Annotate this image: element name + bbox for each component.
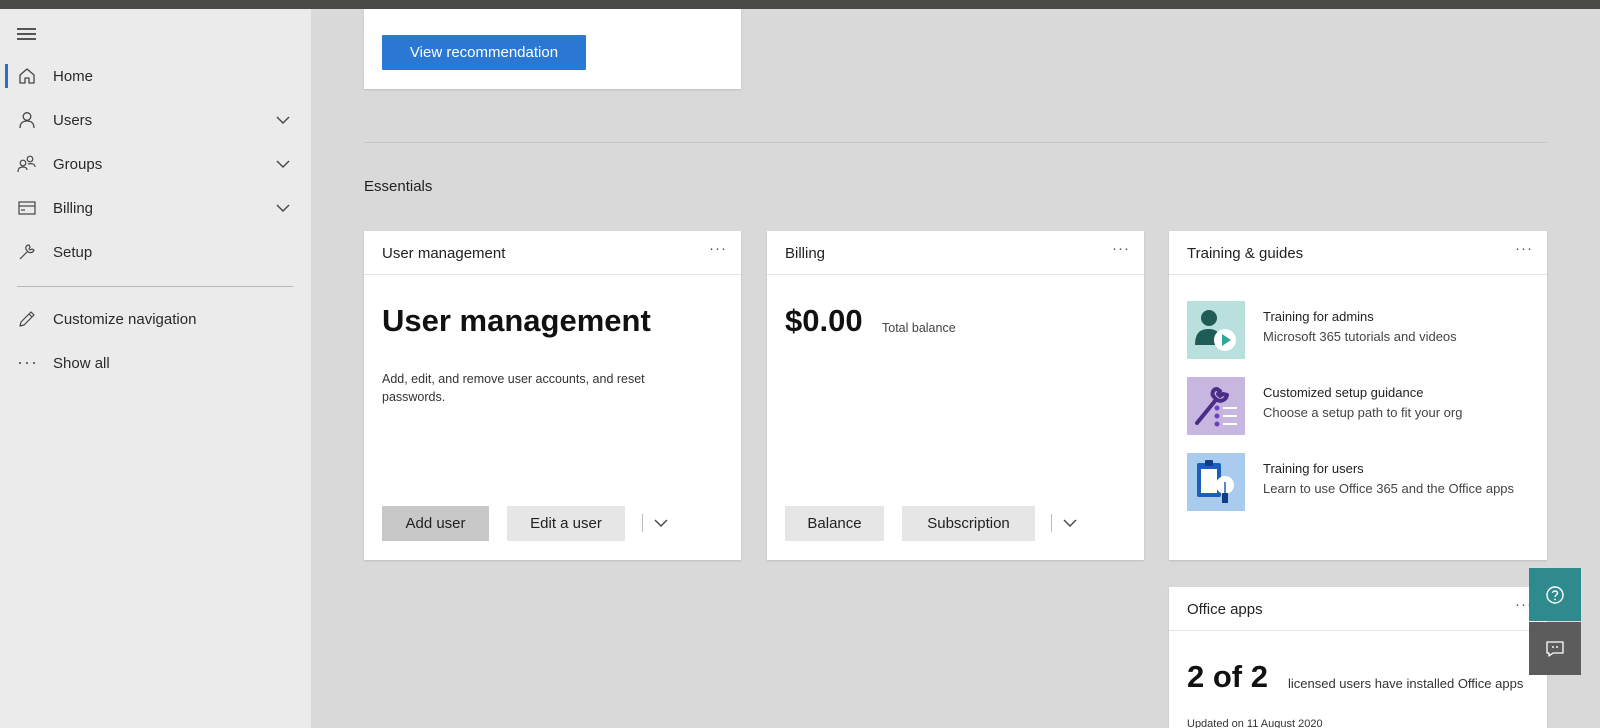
section-divider bbox=[364, 142, 1547, 143]
sidebar-item-show-all[interactable]: Show all bbox=[0, 343, 311, 383]
user-training-icon bbox=[1187, 453, 1245, 511]
card-header: Office apps ··· bbox=[1169, 587, 1547, 631]
chevron-down-icon[interactable] bbox=[275, 112, 291, 128]
essentials-heading: Essentials bbox=[364, 178, 433, 195]
wrench-icon bbox=[19, 244, 35, 260]
training-for-users-item[interactable]: Training for users Learn to use Office 3… bbox=[1187, 453, 1517, 511]
total-balance-label: Total balance bbox=[882, 321, 956, 335]
sidebar-item-setup[interactable]: Setup bbox=[0, 232, 311, 272]
training-for-admins-item[interactable]: Training for admins Microsoft 365 tutori… bbox=[1187, 301, 1517, 359]
top-bar bbox=[0, 0, 1600, 9]
sidebar-item-label: Billing bbox=[53, 199, 94, 217]
ellipsis-icon bbox=[19, 362, 35, 364]
user-management-card: User management ··· User management Add,… bbox=[364, 231, 741, 560]
recommendation-card: View recommendation bbox=[364, 9, 741, 89]
card-title: Billing bbox=[785, 245, 826, 262]
card-header: Training & guides ··· bbox=[1169, 231, 1547, 275]
more-options-icon[interactable]: ··· bbox=[1112, 240, 1130, 257]
hamburger-menu-icon[interactable] bbox=[17, 27, 37, 41]
sidebar-item-label: Customize navigation bbox=[53, 310, 197, 328]
guide-title: Customized setup guidance bbox=[1263, 385, 1424, 400]
setup-guidance-icon bbox=[1187, 377, 1245, 435]
card-title: Training & guides bbox=[1187, 245, 1304, 262]
guide-title: Training for users bbox=[1263, 461, 1364, 476]
card-header: User management ··· bbox=[364, 231, 741, 275]
chevron-down-icon[interactable] bbox=[653, 515, 669, 531]
office-install-label: licensed users have installed Office app… bbox=[1288, 676, 1524, 691]
guide-title: Training for admins bbox=[1263, 309, 1374, 324]
billing-card: Billing ··· $0.00 Total balance Balance … bbox=[767, 231, 1144, 560]
subscription-button[interactable]: Subscription bbox=[902, 506, 1035, 541]
home-icon bbox=[19, 68, 35, 84]
total-balance-amount: $0.00 bbox=[785, 303, 863, 338]
sidebar-item-label: Show all bbox=[53, 354, 110, 372]
training-guides-card: Training & guides ··· Training for admin… bbox=[1169, 231, 1547, 560]
view-recommendation-button[interactable]: View recommendation bbox=[382, 35, 586, 70]
sidebar-item-customize-navigation[interactable]: Customize navigation bbox=[0, 299, 311, 339]
help-button[interactable] bbox=[1529, 568, 1581, 621]
user-management-description: Add, edit, and remove user accounts, and… bbox=[382, 372, 645, 404]
chevron-down-icon[interactable] bbox=[275, 156, 291, 172]
chevron-down-icon[interactable] bbox=[1062, 515, 1078, 531]
sidebar-item-groups[interactable]: Groups bbox=[0, 144, 311, 184]
guide-subtitle: Choose a setup path to fit your org bbox=[1263, 405, 1463, 420]
user-management-heading: User management bbox=[382, 303, 651, 338]
sidebar-item-label: Setup bbox=[53, 243, 93, 261]
add-user-button[interactable]: Add user bbox=[382, 506, 489, 541]
help-icon bbox=[1546, 585, 1564, 604]
sidebar-item-label: Users bbox=[53, 111, 93, 129]
more-options-icon[interactable]: ··· bbox=[1515, 240, 1533, 257]
button-separator bbox=[1051, 514, 1052, 532]
sidebar: Home Users Groups Billing Setup Customiz… bbox=[0, 9, 311, 728]
billing-card-icon bbox=[18, 201, 36, 215]
more-options-icon[interactable]: ··· bbox=[709, 240, 727, 257]
sidebar-item-label: Home bbox=[53, 67, 94, 85]
customized-setup-guidance-item[interactable]: Customized setup guidance Choose a setup… bbox=[1187, 377, 1517, 435]
user-icon bbox=[19, 112, 35, 129]
sidebar-item-label: Groups bbox=[53, 155, 103, 173]
office-install-count: 2 of 2 bbox=[1187, 659, 1268, 694]
sidebar-item-billing[interactable]: Billing bbox=[0, 188, 311, 228]
edit-user-button[interactable]: Edit a user bbox=[507, 506, 625, 541]
sidebar-divider bbox=[17, 286, 293, 287]
sidebar-item-home[interactable]: Home bbox=[0, 56, 311, 96]
chevron-down-icon[interactable] bbox=[275, 200, 291, 216]
pencil-icon bbox=[19, 311, 35, 327]
card-title: Office apps bbox=[1187, 601, 1263, 618]
admin-video-icon bbox=[1187, 301, 1245, 359]
office-updated-date: Updated on 11 August 2020 bbox=[1187, 718, 1323, 728]
sidebar-item-users[interactable]: Users bbox=[0, 100, 311, 140]
balance-button[interactable]: Balance bbox=[785, 506, 884, 541]
guide-subtitle: Microsoft 365 tutorials and videos bbox=[1263, 329, 1457, 344]
button-separator bbox=[642, 514, 643, 532]
feedback-button[interactable] bbox=[1529, 622, 1581, 675]
groups-icon bbox=[17, 155, 36, 173]
guide-subtitle: Learn to use Office 365 and the Office a… bbox=[1263, 481, 1515, 496]
office-apps-card: Office apps ··· 2 of 2 licensed users ha… bbox=[1169, 587, 1547, 728]
card-header: Billing ··· bbox=[767, 231, 1144, 275]
feedback-icon bbox=[1546, 640, 1564, 657]
card-title: User management bbox=[382, 245, 506, 262]
